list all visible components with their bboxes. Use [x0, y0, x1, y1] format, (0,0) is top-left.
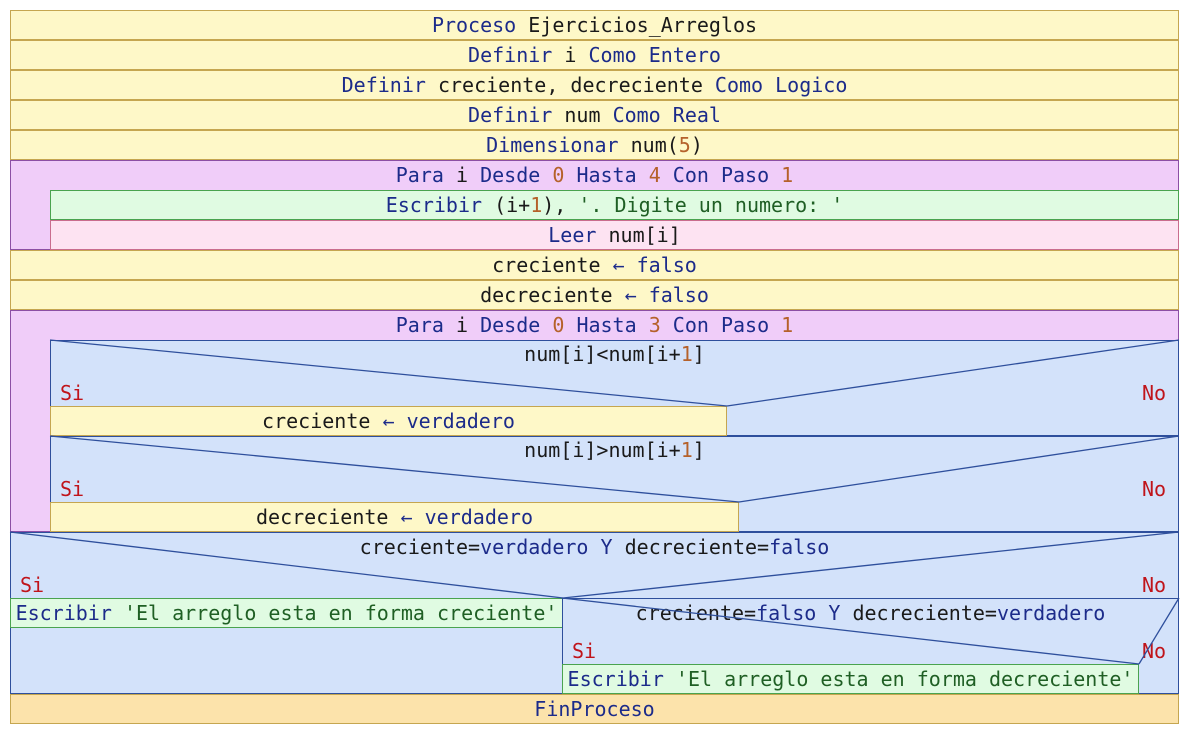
decision-lines — [9, 339, 1180, 665]
